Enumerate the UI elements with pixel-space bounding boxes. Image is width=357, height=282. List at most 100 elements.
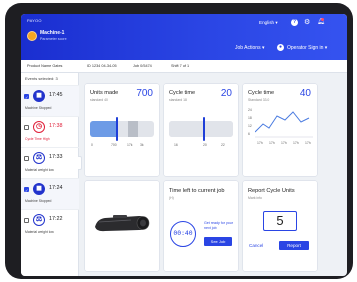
event-time: 17:38: [49, 123, 63, 129]
cycle-time-range: [169, 121, 233, 137]
user-icon: ●: [277, 44, 284, 51]
tick-label: 22: [221, 143, 225, 147]
x-tick-label: 17h: [281, 141, 287, 145]
event-checkbox[interactable]: ✓: [24, 187, 29, 193]
y-tick-label: 6: [248, 132, 250, 136]
event-item[interactable]: ⚖ 17:33 Material weight low: [21, 147, 79, 178]
cycle-time-trend-value: 40: [299, 88, 311, 99]
brand-logo: PAYOO: [27, 18, 42, 23]
event-item[interactable]: ✓ ◼ 17:45 Machine Stopped: [21, 85, 79, 116]
operator-sign-in[interactable]: Operator Sign in ▾: [287, 45, 327, 51]
tablet-frame: PAYOO Machine-1 Parameter score English …: [5, 3, 353, 279]
event-time: 17:22: [49, 216, 63, 222]
event-time: 17:45: [49, 92, 63, 98]
events-sidebar: Events selected: 3 ✓ ◼ 17:45 Machine Sto…: [21, 73, 79, 276]
event-checkbox[interactable]: [24, 125, 29, 130]
operator-label: Operator Sign in: [287, 45, 324, 51]
cancel-button[interactable]: Cancel: [249, 243, 263, 248]
card-title: Time left to current job: [169, 188, 225, 194]
event-label: Machine Stopped: [25, 199, 52, 203]
product-name: Product Name Gates: [27, 64, 63, 68]
y-tick-label: 24: [248, 108, 252, 112]
card-title: Units made: [90, 90, 119, 96]
event-item[interactable]: ◷ 17:38 Cycle Time High: [21, 116, 79, 147]
event-label: Material weight low: [25, 168, 54, 172]
notification-badge: [321, 18, 324, 21]
see-job-button[interactable]: See Job: [204, 237, 232, 246]
time-left-value: 00:40: [170, 221, 196, 247]
card-subtitle: Mark info: [248, 196, 262, 200]
units-target-range: [128, 121, 138, 137]
cycle-time-card: Cycle time standard 18 20 16 20 22: [164, 84, 238, 176]
card-subtitle: Standard 33.0: [248, 98, 270, 102]
event-checkbox[interactable]: ✓: [24, 94, 29, 100]
shift-info: Shift 7 of 1: [171, 64, 190, 68]
tick-label: 20: [203, 143, 207, 147]
job-actions-label: Job Actions: [235, 45, 261, 51]
x-tick-label: 17h: [257, 141, 263, 145]
machine-status-icon: [27, 31, 37, 41]
app-screen: PAYOO Machine-1 Parameter score English …: [21, 14, 347, 276]
cycle-time-trend-card: Cycle time Standard 33.0 40 24 18 12 6 1…: [243, 84, 317, 176]
x-tick-label: 17h: [305, 141, 311, 145]
event-label: Cycle Time High: [25, 137, 50, 141]
scale-icon: ⚖: [33, 214, 45, 226]
machine-subtitle: Parameter score: [40, 37, 67, 41]
stop-icon: ◼: [33, 183, 45, 195]
card-subtitle: standard 18: [169, 98, 187, 102]
machine-image-card: [85, 181, 159, 271]
report-units-input[interactable]: 5: [263, 211, 297, 231]
job-info-bar: Product Name Gates ID 1234 04-34-05 Job …: [21, 60, 347, 73]
job-id: ID 1234 04-34-05: [87, 64, 117, 68]
card-subtitle: standard 40: [90, 98, 108, 102]
card-title: Cycle time: [248, 90, 275, 96]
units-marker: [115, 117, 118, 141]
event-time: 17:24: [49, 185, 63, 191]
report-units-card: Report Cycle Units Mark info 5 Cancel Re…: [243, 181, 317, 271]
job-progress: Job 0/5474: [133, 64, 152, 68]
machine-name: Machine-1: [40, 30, 65, 36]
clock-alert-icon: ◷: [33, 121, 45, 133]
event-checkbox[interactable]: [24, 156, 29, 161]
cycle-time-value: 20: [220, 88, 232, 99]
y-tick-label: 18: [248, 116, 252, 120]
cycle-time-sparkline: [255, 111, 313, 138]
help-icon[interactable]: ?: [291, 19, 298, 26]
next-job-note: Get ready for your next job: [204, 221, 233, 230]
gear-icon[interactable]: ⚙: [304, 18, 310, 26]
tick-label: 17k: [127, 143, 133, 147]
event-label: Machine Stopped: [25, 106, 52, 110]
events-selected-count: Events selected: 3: [25, 76, 58, 81]
app-header: PAYOO Machine-1 Parameter score English …: [21, 14, 347, 60]
event-time: 17:33: [49, 154, 63, 160]
card-title: Cycle time: [169, 90, 196, 96]
tick-label: 3k: [140, 143, 144, 147]
event-item[interactable]: ⚖ 17:22 Material weight low: [21, 209, 79, 240]
sidebar-collapse-handle[interactable]: [78, 156, 82, 170]
sparkline-series: [255, 111, 310, 133]
job-actions-menu[interactable]: Job Actions ▾: [235, 45, 264, 51]
units-made-card: Units made standard 40 700 0 700 17k 3k: [85, 84, 159, 176]
time-left-card: Time left to current job (H) 00:40 Get r…: [164, 181, 238, 271]
tick-label: 700: [111, 143, 117, 147]
tick-label: 16: [174, 143, 178, 147]
report-button[interactable]: Report: [279, 241, 309, 250]
units-progress-fill: [90, 121, 117, 137]
units-progress-bar: [90, 121, 154, 137]
tick-label: 0: [91, 143, 93, 147]
y-tick-label: 12: [248, 124, 252, 128]
x-tick-label: 17h: [269, 141, 275, 145]
x-tick-label: 17h: [293, 141, 299, 145]
card-title: Report Cycle Units: [248, 188, 295, 194]
stop-icon: ◼: [33, 90, 45, 102]
language-selector[interactable]: English ▾: [259, 20, 278, 26]
event-checkbox[interactable]: [24, 218, 29, 223]
card-subtitle: (H): [169, 196, 174, 200]
units-made-value: 700: [136, 88, 153, 99]
cycle-time-marker: [203, 117, 206, 141]
event-item[interactable]: ✓ ◼ 17:24 Machine Stopped: [21, 178, 79, 209]
machine-part-image: [95, 215, 150, 232]
event-label: Material weight low: [25, 230, 54, 234]
scale-icon: ⚖: [33, 152, 45, 164]
language-label: English: [259, 20, 275, 25]
